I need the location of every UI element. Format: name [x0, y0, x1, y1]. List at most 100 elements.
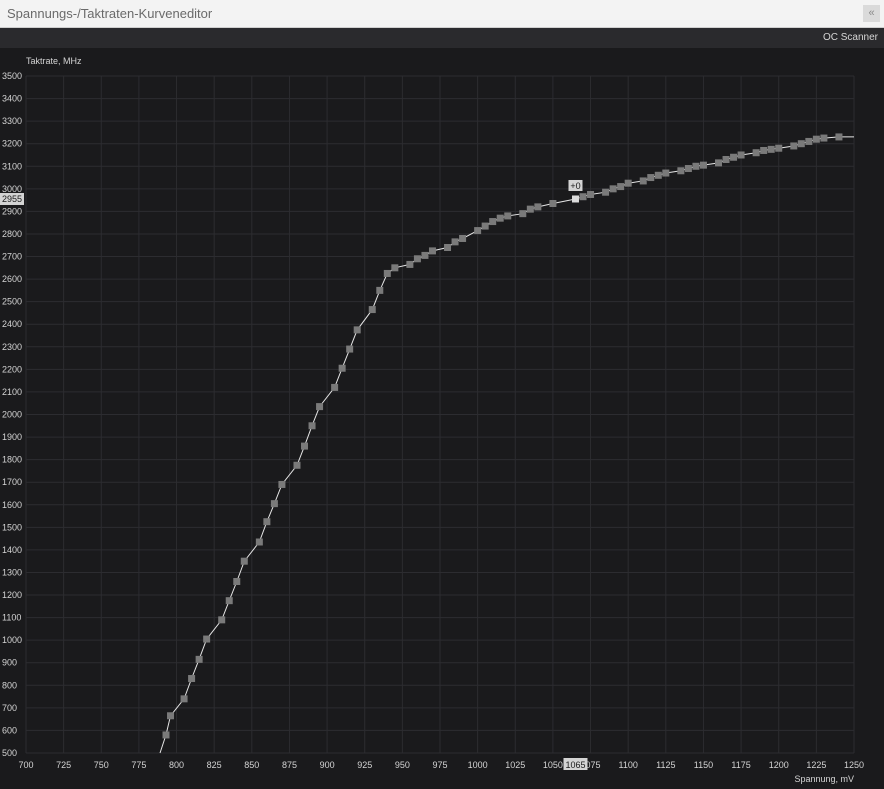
- curve-point[interactable]: [459, 234, 467, 242]
- curve-point[interactable]: [820, 134, 828, 142]
- y-tick-label: 2900: [2, 206, 22, 216]
- curve-point[interactable]: [180, 695, 188, 703]
- curve-point[interactable]: [270, 500, 278, 508]
- curve-point[interactable]: [167, 712, 175, 720]
- curve-point[interactable]: [240, 557, 248, 565]
- offset-label: +0: [570, 181, 580, 191]
- selected-point-group[interactable]: +0 2955 1065: [0, 179, 588, 770]
- curve-point[interactable]: [737, 151, 745, 159]
- curve-point[interactable]: [346, 345, 354, 353]
- curve-point[interactable]: [233, 577, 241, 585]
- curve-point[interactable]: [504, 212, 512, 220]
- curve-point[interactable]: [331, 383, 339, 391]
- curve-point[interactable]: [617, 183, 625, 191]
- curve-point[interactable]: [391, 264, 399, 272]
- selected-curve-point[interactable]: [571, 195, 579, 203]
- curve-point[interactable]: [203, 635, 211, 643]
- window-title: Spannungs-/Taktraten-Kurveneditor: [7, 6, 213, 21]
- x-tick-label: 1175: [731, 760, 750, 770]
- curve-point[interactable]: [579, 193, 587, 201]
- curve-point[interactable]: [444, 244, 452, 252]
- curve-point[interactable]: [767, 145, 775, 153]
- x-tick-label: 800: [169, 760, 184, 770]
- curve-point[interactable]: [489, 218, 497, 226]
- selected-clock-marker: 2955: [2, 194, 22, 204]
- curve-point[interactable]: [534, 203, 542, 211]
- curve-point[interactable]: [406, 260, 414, 268]
- curve-point[interactable]: [162, 731, 170, 739]
- curve-chart-svg[interactable]: 500 600 700 800 900 1000 1100 1200 1300 1400 1500 1…: [0, 48, 884, 789]
- x-tick-label: 1150: [694, 760, 713, 770]
- curve-point[interactable]: [353, 326, 361, 334]
- collapse-icon[interactable]: «: [863, 5, 880, 22]
- curve-point[interactable]: [218, 616, 226, 624]
- y-tick-label: 3400: [2, 94, 22, 104]
- curve-point[interactable]: [278, 480, 286, 488]
- curve-point[interactable]: [451, 238, 459, 246]
- curve-point[interactable]: [647, 174, 655, 182]
- curve-point[interactable]: [481, 222, 489, 230]
- curve-point[interactable]: [587, 190, 595, 198]
- curve-points[interactable]: [162, 133, 843, 739]
- y-tick-label: 1700: [2, 477, 22, 487]
- curve-point[interactable]: [526, 205, 534, 213]
- curve-point[interactable]: [790, 142, 798, 150]
- curve-point[interactable]: [730, 153, 738, 161]
- curve-point[interactable]: [835, 133, 843, 141]
- curve-point[interactable]: [308, 422, 316, 430]
- y-tick-label: 1000: [2, 635, 22, 645]
- x-tick-label: 1050: [543, 760, 563, 770]
- y-tick-label: 600: [2, 725, 17, 735]
- curve-point[interactable]: [662, 169, 670, 177]
- curve-point[interactable]: [722, 155, 730, 163]
- curve-point[interactable]: [255, 538, 263, 546]
- y-tick-label: 2400: [2, 319, 22, 329]
- curve-point[interactable]: [797, 140, 805, 148]
- curve-point[interactable]: [519, 210, 527, 218]
- curve-point[interactable]: [496, 214, 504, 222]
- curve-point[interactable]: [421, 251, 429, 259]
- curve-point[interactable]: [225, 597, 233, 605]
- curve-point[interactable]: [293, 461, 301, 469]
- y-tick-label: 3200: [2, 139, 22, 149]
- curve-point[interactable]: [654, 171, 662, 179]
- y-axis-label: Taktrate, MHz: [26, 56, 82, 66]
- curve-point[interactable]: [677, 167, 685, 175]
- curve-point[interactable]: [549, 200, 557, 208]
- curve-point[interactable]: [263, 518, 271, 526]
- curve-point[interactable]: [805, 137, 813, 145]
- oc-scanner-button[interactable]: OC Scanner: [823, 32, 878, 43]
- curve-point[interactable]: [428, 247, 436, 255]
- curve-point[interactable]: [775, 144, 783, 152]
- y-tick-label: 1800: [2, 455, 22, 465]
- y-tick-label: 2700: [2, 252, 22, 262]
- curve-point[interactable]: [699, 161, 707, 169]
- curve-point[interactable]: [602, 188, 610, 196]
- curve-point[interactable]: [752, 149, 760, 157]
- curve-point[interactable]: [639, 177, 647, 185]
- curve-point[interactable]: [316, 403, 324, 411]
- curve-point[interactable]: [684, 165, 692, 173]
- curve-point[interactable]: [413, 255, 421, 263]
- curve-point[interactable]: [301, 442, 309, 450]
- curve-point[interactable]: [376, 286, 384, 294]
- curve-editor-chart[interactable]: 500 600 700 800 900 1000 1100 1200 1300 1400 1500 1…: [0, 48, 884, 789]
- curve-point[interactable]: [715, 159, 723, 167]
- curve-point[interactable]: [474, 227, 482, 235]
- curve-point[interactable]: [338, 364, 346, 372]
- toolbar: OC Scanner: [0, 28, 884, 48]
- curve-point[interactable]: [188, 675, 196, 683]
- curve-point[interactable]: [812, 135, 820, 143]
- curve-point[interactable]: [692, 162, 700, 170]
- voltage-clock-curve: [159, 136, 854, 754]
- title-bar: Spannungs-/Taktraten-Kurveneditor «: [0, 0, 884, 28]
- curve-point[interactable]: [195, 655, 203, 663]
- curve-point[interactable]: [368, 306, 376, 314]
- curve-point[interactable]: [624, 179, 632, 187]
- curve-point[interactable]: [609, 185, 617, 193]
- y-tick-label: 2100: [2, 387, 22, 397]
- y-tick-label: 3300: [2, 116, 22, 126]
- curve-point[interactable]: [760, 146, 768, 154]
- curve-point[interactable]: [383, 269, 391, 277]
- x-tick-label: 1225: [806, 760, 826, 770]
